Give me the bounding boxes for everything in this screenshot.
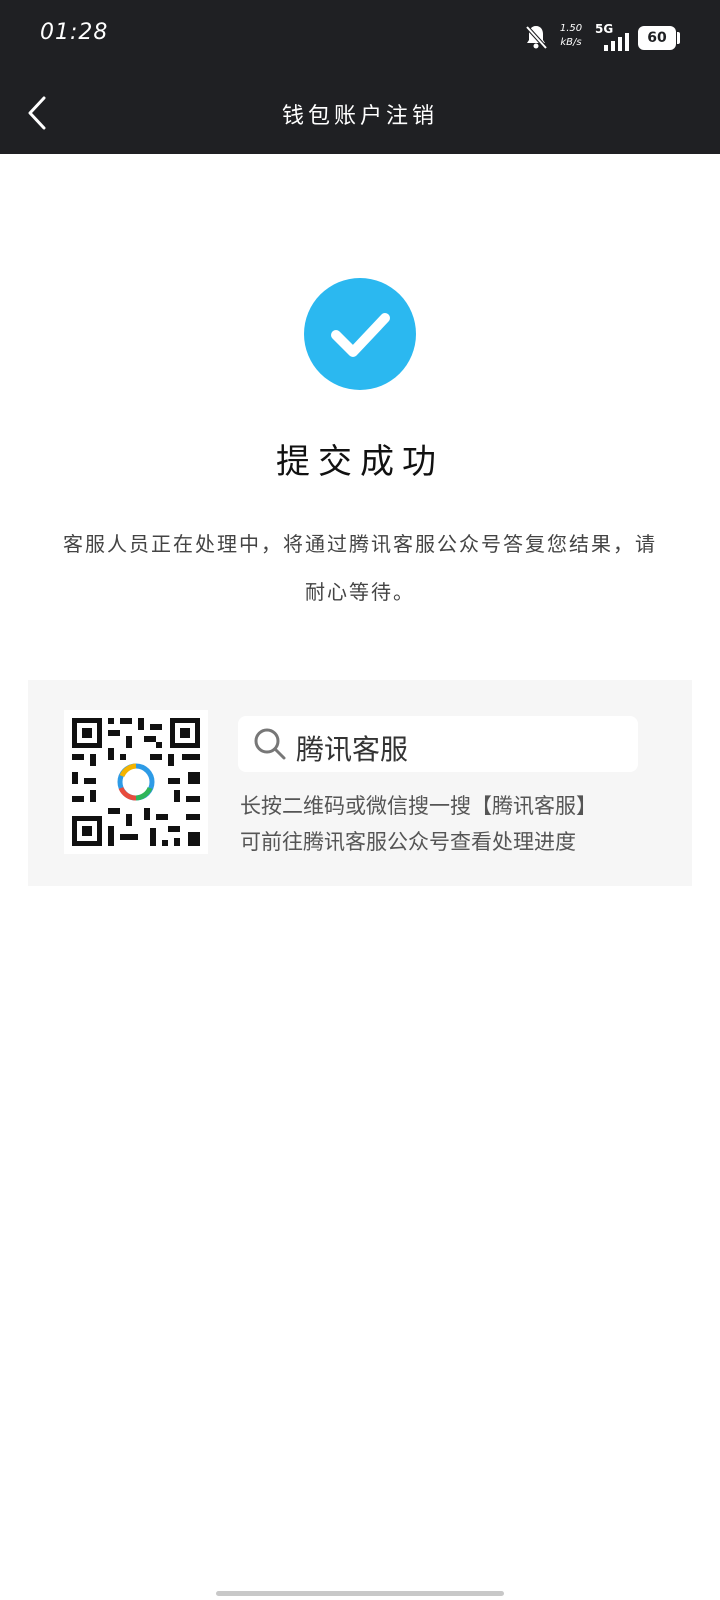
nav-bar: 钱包账户注销 bbox=[0, 72, 720, 154]
signal-icon bbox=[604, 33, 629, 51]
network-speed-unit: kB/s bbox=[560, 37, 582, 48]
card-instruction-line1: 长按二维码或微信搜一搜【腾讯客服】 bbox=[240, 794, 597, 818]
status-time: 01:28 bbox=[40, 20, 109, 45]
result-description-line1: 客服人员正在处理中，将通过腾讯客服公众号答复您结果，请 bbox=[63, 532, 657, 556]
home-indicator[interactable] bbox=[216, 1591, 504, 1596]
success-title: 提交成功 bbox=[276, 442, 444, 482]
qr-code-icon[interactable] bbox=[64, 710, 208, 854]
search-icon bbox=[254, 728, 286, 760]
battery-tip bbox=[677, 32, 680, 44]
bell-muted-icon bbox=[525, 25, 548, 50]
network-speed: 1.50 kB/s bbox=[559, 22, 583, 50]
wechat-search-box[interactable]: 腾讯客服 bbox=[238, 716, 638, 772]
search-text: 腾讯客服 bbox=[296, 733, 409, 766]
check-circle-icon bbox=[304, 278, 416, 390]
customer-service-card: 腾讯客服 长按二维码或微信搜一搜【腾讯客服】 可前往腾讯客服公众号查看处理进度 bbox=[28, 680, 692, 886]
result-description-line2: 耐心等待。 bbox=[305, 580, 415, 604]
card-instruction-line2: 可前往腾讯客服公众号查看处理进度 bbox=[240, 830, 576, 854]
network-speed-value: 1.50 bbox=[559, 23, 583, 34]
page-title: 钱包账户注销 bbox=[281, 104, 438, 129]
result-description: 客服人员正在处理中，将通过腾讯客服公众号答复您结果，请 耐心等待。 bbox=[28, 520, 692, 616]
status-bar: 01:28 1.50 kB/s 5G 60 bbox=[0, 0, 720, 72]
battery-icon: 60 bbox=[638, 26, 676, 50]
